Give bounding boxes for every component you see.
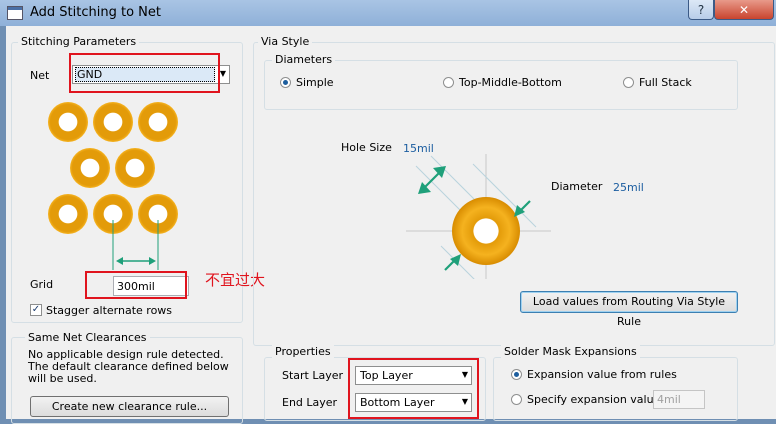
simple-radio[interactable] [280, 77, 291, 88]
expansion-value-placeholder: 4mil [657, 393, 681, 406]
expansion-from-rules-label: Expansion value from rules [527, 368, 677, 381]
end-layer-label: End Layer [282, 396, 338, 409]
specify-expansion-radio[interactable] [511, 394, 522, 405]
create-clearance-rule-button[interactable]: Create new clearance rule... [30, 396, 229, 417]
expansion-value-input[interactable]: 4mil [653, 390, 705, 409]
start-layer-label: Start Layer [282, 369, 344, 382]
solder-mask-group [493, 357, 738, 421]
help-icon: ? [697, 2, 705, 17]
net-highlight-box [69, 53, 220, 93]
full-stack-label: Full Stack [639, 76, 692, 89]
app-icon [7, 6, 23, 20]
top-middle-bottom-label: Top-Middle-Bottom [459, 76, 562, 89]
via-style-title: Via Style [258, 35, 313, 48]
via-dimension-diagram [406, 154, 551, 279]
properties-title: Properties [272, 345, 334, 358]
dialog-body: Stitching Parameters Net GND ▼ Grid 300m… [6, 26, 776, 424]
grid-spacing-arrow [112, 220, 159, 270]
stagger-checkbox[interactable]: ✓ [30, 304, 42, 316]
net-label: Net [30, 69, 50, 82]
clearances-message: No applicable design rule detected. The … [28, 348, 229, 385]
via-array-diagram [46, 102, 226, 272]
hole-size-label: Hole Size [341, 141, 392, 154]
solder-mask-title: Solder Mask Expansions [501, 345, 640, 358]
layers-highlight-box [348, 358, 479, 419]
clearances-title: Same Net Clearances [25, 331, 150, 344]
stagger-label: Stagger alternate rows [46, 304, 173, 317]
close-icon: ✕ [738, 2, 750, 17]
full-stack-radio[interactable] [623, 77, 634, 88]
via-pad-large [452, 197, 520, 265]
load-via-style-button[interactable]: Load values from Routing Via Style Rule [520, 291, 738, 328]
simple-label: Simple [296, 76, 334, 89]
grid-label: Grid [30, 278, 54, 291]
title-bar: Add Stitching to Net ? ✕ [0, 0, 776, 26]
help-button[interactable]: ? [688, 0, 714, 20]
grid-highlight-box [85, 271, 187, 299]
window-title: Add Stitching to Net [30, 5, 161, 20]
diameters-title: Diameters [272, 53, 336, 66]
stitching-parameters-title: Stitching Parameters [18, 35, 140, 48]
close-button[interactable]: ✕ [714, 0, 774, 20]
diameter-value: 25mil [613, 181, 644, 194]
top-middle-bottom-radio[interactable] [443, 77, 454, 88]
chevron-down-icon: ▼ [219, 69, 226, 78]
specify-expansion-label: Specify expansion value [527, 393, 661, 406]
expansion-from-rules-radio[interactable] [511, 369, 522, 380]
